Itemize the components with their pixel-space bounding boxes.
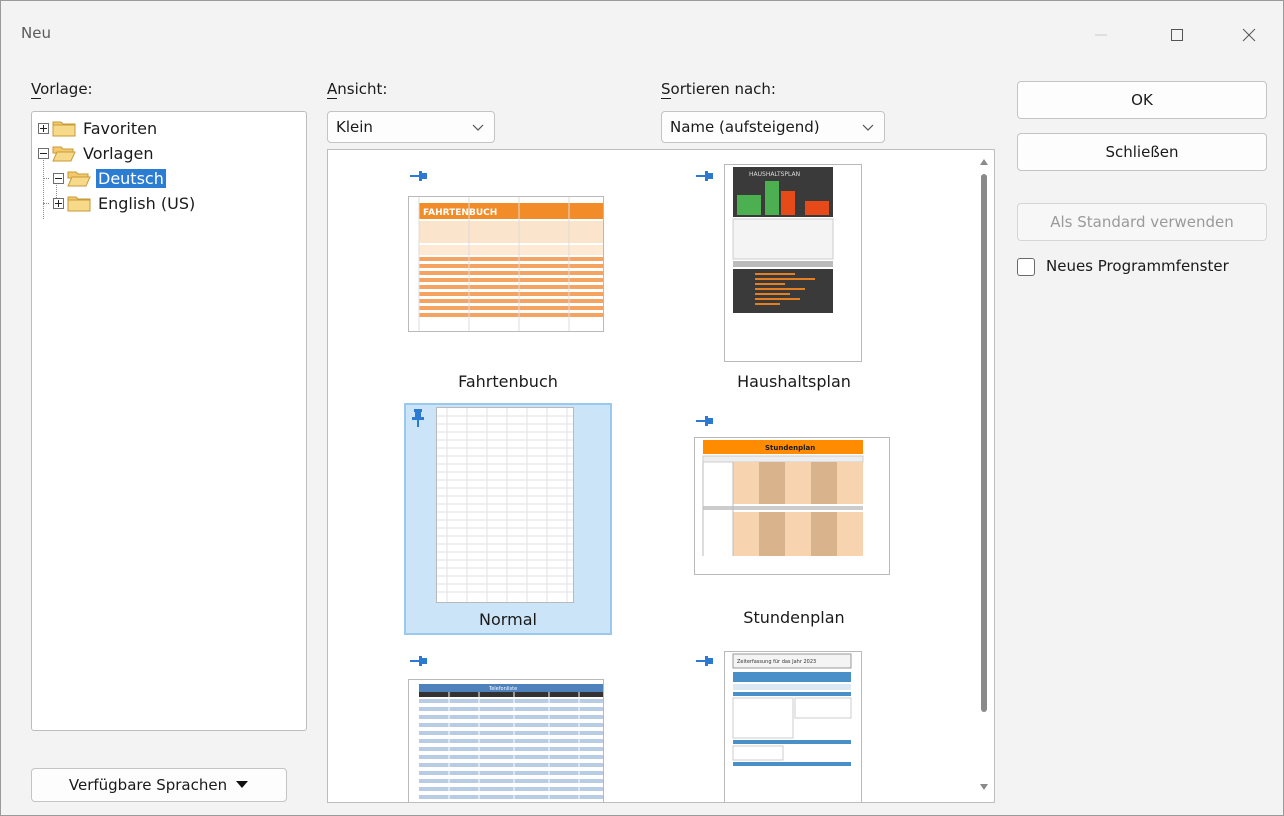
schliessen-button[interactable]: Schließen	[1017, 133, 1267, 171]
template-thumbnail: Zeiterfassung für das Jahr 2023	[724, 651, 862, 802]
tree-item-deutsch[interactable]: Deutsch	[53, 166, 166, 190]
button-label: Als Standard verwenden	[1050, 213, 1234, 231]
template-name: Fahrtenbuch	[458, 372, 558, 391]
tree-item-favoriten[interactable]: Favoriten	[38, 116, 159, 140]
neues-programmfenster-label: Neues Programmfenster	[1046, 257, 1229, 275]
new-document-dialog: Neu Vorlage: Ansicht: Sortieren nach: Fa…	[0, 0, 1284, 816]
tree-item-label: Vorlagen	[83, 143, 154, 163]
pin-icon	[696, 416, 713, 426]
expand-icon[interactable]	[38, 122, 49, 134]
template-name: Normal	[479, 610, 537, 629]
ansicht-select[interactable]: Klein	[327, 111, 495, 143]
tree-item-vorlagen[interactable]: Vorlagen	[38, 141, 155, 165]
verfuegbare-sprachen-button[interactable]: Verfügbare Sprachen	[31, 768, 287, 802]
tree-item-label: English (US)	[98, 193, 196, 213]
scroll-down-icon[interactable]	[980, 784, 988, 790]
template-thumbnail	[436, 407, 574, 603]
template-tree[interactable]: Favoriten Vorlagen Deutsch English (US)	[31, 111, 307, 731]
title-bar: Neu	[1, 1, 1283, 67]
pin-icon	[410, 656, 427, 666]
ansicht-value: Klein	[336, 118, 373, 136]
tree-item-label: Deutsch	[96, 168, 166, 188]
tree-item-label: Favoriten	[83, 118, 158, 138]
pin-icon	[696, 656, 713, 666]
telefonliste-preview: Telefonliste	[409, 680, 603, 802]
button-label: Schließen	[1105, 143, 1179, 161]
fahrtenbuch-preview: FAHRTENBUCH	[409, 197, 603, 331]
scroll-thumb[interactable]	[981, 174, 987, 712]
template-tile-telefonliste[interactable]: Telefonliste	[404, 647, 612, 802]
template-gallery[interactable]: FAHRTENBUCH Fahrtenbuch HAUSHALTSPLAN Ha…	[327, 149, 995, 803]
als-standard-verwenden-button[interactable]: Als Standard verwenden	[1017, 203, 1267, 241]
template-thumbnail: FAHRTENBUCH	[408, 196, 604, 332]
template-tile-fahrtenbuch[interactable]: FAHRTENBUCH Fahrtenbuch	[404, 154, 612, 391]
gallery-scrollbar[interactable]	[974, 150, 994, 802]
template-tile-zeiterfassung[interactable]: Zeiterfassung für das Jahr 2023	[690, 647, 898, 802]
expand-icon[interactable]	[53, 197, 64, 209]
vorlage-label: Vorlage:	[31, 80, 93, 98]
template-thumbnail: Stundenplan	[694, 437, 890, 575]
template-name: Stundenplan	[743, 608, 845, 627]
window-title: Neu	[21, 24, 51, 42]
tree-item-english-us[interactable]: English (US)	[53, 191, 197, 215]
button-label: OK	[1131, 91, 1153, 109]
close-icon	[1242, 28, 1256, 42]
folder-icon	[52, 121, 76, 137]
sortieren-label: Sortieren nach:	[661, 80, 776, 98]
haushaltsplan-preview: HAUSHALTSPLAN	[725, 165, 861, 361]
svg-text:FAHRTENBUCH: FAHRTENBUCH	[423, 208, 497, 218]
svg-text:Zeiterfassung für das Jahr 202: Zeiterfassung für das Jahr 2023	[737, 659, 816, 665]
svg-text:Stundenplan: Stundenplan	[765, 444, 815, 452]
chevron-down-icon	[472, 124, 484, 131]
pin-icon	[410, 171, 427, 181]
ansicht-label: Ansicht:	[327, 80, 388, 98]
folder-open-icon	[67, 171, 91, 187]
maximize-button[interactable]	[1157, 15, 1197, 55]
neues-programmfenster-checkbox[interactable]	[1017, 258, 1035, 276]
dropdown-arrow-icon	[236, 781, 249, 788]
template-tile-stundenplan[interactable]: Stundenplan Stundenplan	[690, 403, 898, 635]
pin-icon	[696, 171, 713, 181]
collapse-icon[interactable]	[53, 172, 64, 184]
button-label: Verfügbare Sprachen	[68, 776, 228, 794]
normal-preview	[437, 408, 573, 602]
template-thumbnail: HAUSHALTSPLAN	[724, 164, 862, 362]
minimize-button[interactable]	[1081, 15, 1121, 55]
folder-icon	[67, 196, 91, 212]
template-tile-normal[interactable]: Normal	[404, 403, 612, 635]
scroll-up-icon[interactable]	[980, 159, 988, 165]
collapse-icon[interactable]	[38, 147, 49, 159]
maximize-icon	[1171, 29, 1183, 41]
template-tile-haushaltsplan[interactable]: HAUSHALTSPLAN Haushaltsplan	[690, 154, 898, 391]
chevron-down-icon	[862, 124, 874, 131]
template-name: Haushaltsplan	[737, 372, 851, 391]
svg-text:Telefonliste: Telefonliste	[488, 686, 517, 692]
minimize-icon	[1095, 34, 1107, 36]
pin-icon	[412, 409, 424, 427]
sortieren-value: Name (aufsteigend)	[670, 118, 820, 136]
zeiterfassung-preview: Zeiterfassung für das Jahr 2023	[725, 652, 861, 802]
ok-button[interactable]: OK	[1017, 81, 1267, 119]
close-window-button[interactable]	[1229, 15, 1269, 55]
template-thumbnail: Telefonliste	[408, 679, 604, 802]
stundenplan-preview: Stundenplan	[695, 438, 889, 574]
svg-text:HAUSHALTSPLAN: HAUSHALTSPLAN	[749, 171, 800, 178]
sortieren-select[interactable]: Name (aufsteigend)	[661, 111, 885, 143]
folder-open-icon	[52, 146, 76, 162]
